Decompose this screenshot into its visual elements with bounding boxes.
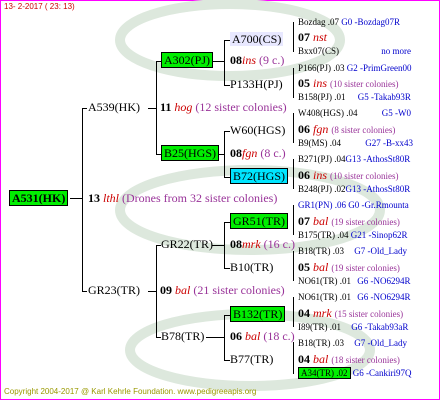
dam-queen[interactable]: A539(HK)	[88, 101, 140, 114]
w60-parent-top[interactable]: W408(HGS) .04 G5 -W0	[298, 108, 411, 119]
b72-queen[interactable]: B72(HGS)	[230, 168, 289, 184]
b132-drone-info: 04 mrk (15 sister colonies)	[298, 306, 404, 320]
connector	[293, 342, 294, 374]
connector	[293, 22, 294, 52]
a700-drone-info: 07 nst	[298, 30, 328, 44]
connector	[293, 297, 294, 327]
connector	[224, 40, 225, 85]
connector	[293, 159, 294, 189]
b77-parent-bottom[interactable]: A34(TR) .02 G6 -Cankiri97Q	[298, 367, 412, 379]
p133-queen[interactable]: P133H(PJ)	[230, 78, 283, 91]
connector	[82, 108, 83, 291]
copyright-footer: Copyright 2004-2017 @ Karl Kehrle Founda…	[4, 387, 257, 396]
p133-drone-info: 05 ins (10 sister colonies)	[298, 76, 399, 90]
b132-parent-bottom[interactable]: I89(TR) .01 G6 -Takab93aR	[298, 322, 408, 333]
connector	[212, 245, 224, 246]
connector	[156, 245, 157, 337]
connector	[224, 315, 225, 360]
p133-parent-top[interactable]: P166(PJ) .03 G2 -PrimGreen00	[298, 63, 412, 74]
b72-parent-bottom[interactable]: B248(PJ) .02G13 -AthosSt80R	[298, 184, 410, 195]
w60-parent-bottom[interactable]: B9(MS) .04 G27 -B-xx43	[298, 138, 413, 149]
b10-drone-info: 05 bal (19 sister colonies)	[298, 260, 400, 274]
connector	[82, 108, 87, 109]
b77-queen[interactable]: B77(TR)	[230, 353, 273, 366]
connector	[293, 251, 294, 281]
a302-queen[interactable]: A302(PJ)	[161, 52, 214, 68]
connector	[293, 68, 294, 98]
connector	[293, 113, 294, 143]
root-info: 13 lthl (Drones from 32 sister colonies)	[88, 191, 278, 205]
b132-queen[interactable]: B132(TR)	[230, 306, 286, 322]
gr51-drone-info: 07 bal (19 sister colonies)	[298, 214, 400, 228]
date-stamp: 13- 2-2017 ( 23: 13)	[4, 2, 75, 11]
b10-queen[interactable]: B10(TR)	[230, 261, 273, 274]
sire-info: 09 bal (21 sister colonies)	[160, 283, 285, 297]
gr51-parent-bottom[interactable]: B175(TR) .04 G21 -Sinop62R	[298, 230, 408, 241]
root-queen[interactable]: A531(HK)	[9, 190, 69, 206]
gr51-queen[interactable]: GR51(TR)	[230, 213, 288, 229]
gr22-queen[interactable]: GR22(TR)	[161, 238, 213, 251]
b25-info: 08fgn (8 c.)	[230, 146, 286, 160]
b25-queen[interactable]: B25(HGS)	[161, 145, 220, 161]
w60-drone-info: 06 fgn (8 sister colonies)	[298, 122, 396, 136]
a700-parent-top[interactable]: Bozdag .07 G0 -Bozdag07R	[298, 17, 400, 28]
b78-queen[interactable]: B78(TR)	[161, 330, 204, 343]
b77-drone-info: 04 bal (18 sister colonies)	[298, 352, 400, 366]
a302-info: 08ins (9 c.)	[230, 53, 285, 67]
w60-queen[interactable]: W60(HGS)	[230, 124, 285, 137]
gr22-info: 08mrk (16 c.)	[230, 237, 295, 251]
p133-parent-bottom[interactable]: B158(PJ) .01 G5 -Takab93R	[298, 92, 411, 103]
b10-parent-top[interactable]: B18(TR) .03 G7 -Old_Lady	[298, 246, 407, 257]
connector	[293, 205, 294, 235]
b72-drone-info: 06 ins (10 sister colonies)	[298, 168, 399, 182]
connector	[70, 198, 82, 199]
b10-parent-bottom[interactable]: NO61(TR) .01 G6 -NO6294R	[298, 276, 411, 287]
connector	[224, 222, 225, 268]
sire-queen[interactable]: GR23(TR)	[88, 284, 140, 297]
connector	[206, 337, 224, 338]
dam-info: 11 hog (12 sister colonies)	[160, 100, 287, 114]
a700-parent-bottom[interactable]: Bxx07(CS) no more	[298, 46, 411, 57]
connector	[148, 291, 156, 292]
connector	[82, 291, 87, 292]
b78-info: 06 bal (18 c.)	[230, 329, 295, 343]
b132-parent-top[interactable]: NO61(TR) .01 G6 -NO6294R	[298, 292, 411, 303]
connector	[148, 108, 156, 109]
gr51-parent-top[interactable]: GR1(PN) .06 G0 -Gr.Rmounta	[298, 200, 409, 211]
a700-queen[interactable]: A700(CS)	[230, 32, 284, 46]
b72-parent-top[interactable]: B271(PJ) .04G13 -AthosSt80R	[298, 154, 410, 165]
b77-parent-top[interactable]: B18(TR) .03 G7 -Old_Lady	[298, 338, 407, 349]
connector	[156, 61, 157, 154]
connector	[224, 131, 225, 177]
